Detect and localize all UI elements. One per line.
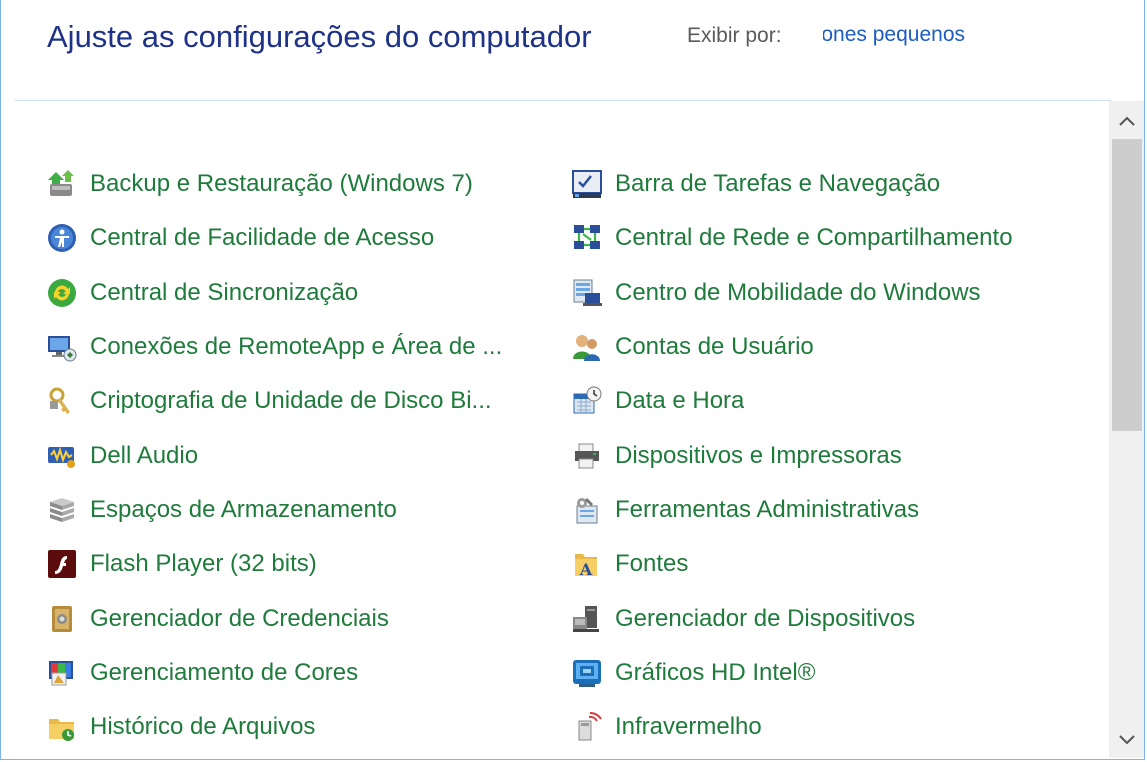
item-label: Gráficos HD Intel® — [615, 658, 816, 686]
intel-graphics-icon — [570, 656, 604, 690]
item-label: Infravermelho — [615, 713, 762, 741]
item-dell-audio[interactable]: Dell Audio — [45, 428, 502, 482]
control-panel-window: Ajuste as configurações do computador Ex… — [0, 0, 1145, 760]
left-column: Backup e Restauração (Windows 7) Central… — [45, 157, 502, 754]
item-storage-spaces[interactable]: Espaços de Armazenamento — [45, 483, 502, 537]
item-bitlocker[interactable]: Criptografia de Unidade de Disco Bi... — [45, 374, 502, 428]
items-list: Backup e Restauração (Windows 7) Central… — [1, 101, 1109, 758]
item-label: Gerenciador de Credenciais — [90, 604, 389, 632]
scroll-down-button[interactable] — [1109, 722, 1144, 758]
color-management-icon — [45, 656, 79, 690]
scroll-thumb[interactable] — [1112, 139, 1142, 431]
vertical-scrollbar[interactable] — [1109, 101, 1144, 758]
taskbar-icon — [570, 167, 604, 201]
infrared-icon — [570, 710, 604, 744]
item-remoteapp[interactable]: Conexões de RemoteApp e Área de ... — [45, 320, 502, 374]
item-label: Dispositivos e Impressoras — [615, 441, 902, 469]
item-label: Gerenciador de Dispositivos — [615, 604, 916, 632]
sync-icon — [45, 276, 79, 310]
ease-of-access-icon — [45, 221, 79, 255]
item-network-sharing[interactable]: Central de Rede e Compartilhamento — [570, 211, 1013, 265]
item-label: Espaços de Armazenamento — [90, 495, 397, 523]
chevron-down-icon — [1118, 735, 1135, 745]
credential-icon — [45, 602, 79, 636]
item-label: Centro de Mobilidade do Windows — [615, 278, 981, 306]
item-mobility-center[interactable]: Centro de Mobilidade do Windows — [570, 266, 1013, 320]
device-manager-icon — [570, 602, 604, 636]
item-label: Central de Sincronização — [90, 278, 359, 306]
item-sync-center[interactable]: Central de Sincronização — [45, 266, 502, 320]
item-date-time[interactable]: Data e Hora — [570, 374, 1013, 428]
right-column: Barra de Tarefas e Navegação Central de … — [570, 157, 1013, 754]
item-credential-manager[interactable]: Gerenciador de Credenciais — [45, 591, 502, 645]
date-time-icon — [570, 384, 604, 418]
audio-icon — [45, 439, 79, 473]
admin-tools-icon — [570, 493, 604, 527]
item-label: Central de Facilidade de Acesso — [90, 224, 435, 252]
user-accounts-icon — [570, 330, 604, 364]
item-device-manager[interactable]: Gerenciador de Dispositivos — [570, 591, 1013, 645]
scroll-up-button[interactable] — [1109, 103, 1144, 139]
item-label: Criptografia de Unidade de Disco Bi... — [90, 387, 492, 415]
backup-icon — [45, 167, 79, 201]
item-taskbar-navigation[interactable]: Barra de Tarefas e Navegação — [570, 157, 1013, 211]
page-title: Ajuste as configurações do computador — [47, 19, 592, 54]
item-label: Conexões de RemoteApp e Área de ... — [90, 333, 503, 361]
storage-spaces-icon — [45, 493, 79, 527]
item-label: Backup e Restauração (Windows 7) — [90, 170, 473, 198]
flash-icon — [45, 547, 79, 581]
item-label: Dell Audio — [90, 441, 199, 469]
item-infrared[interactable]: Infravermelho — [570, 700, 1013, 754]
item-file-history[interactable]: Histórico de Arquivos — [45, 700, 502, 754]
view-by-value: Ícones pequenos — [823, 23, 965, 46]
item-fonts[interactable]: A Fontes — [570, 537, 1013, 591]
item-label: Data e Hora — [615, 387, 745, 415]
item-devices-printers[interactable]: Dispositivos e Impressoras — [570, 428, 1013, 482]
item-label: Gerenciamento de Cores — [90, 658, 359, 686]
bitlocker-icon — [45, 384, 79, 418]
item-label: Histórico de Arquivos — [90, 713, 316, 741]
view-by-label: Exibir por: — [687, 24, 782, 47]
item-label: Ferramentas Administrativas — [615, 495, 920, 523]
item-color-management[interactable]: Gerenciamento de Cores — [45, 646, 502, 700]
item-flash-player[interactable]: Flash Player (32 bits) — [45, 537, 502, 591]
item-label: Contas de Usuário — [615, 333, 814, 361]
fonts-icon: A — [570, 547, 604, 581]
printer-icon — [570, 439, 604, 473]
view-by-dropdown[interactable]: Ícones pequenos — [823, 20, 965, 50]
mobility-icon — [570, 276, 604, 310]
item-backup-restore[interactable]: Backup e Restauração (Windows 7) — [45, 157, 502, 211]
item-label: Central de Rede e Compartilhamento — [615, 224, 1013, 252]
svg-text:A: A — [579, 560, 593, 579]
item-label: Fontes — [615, 550, 689, 578]
item-user-accounts[interactable]: Contas de Usuário — [570, 320, 1013, 374]
header: Ajuste as configurações do computador Ex… — [1, 0, 1144, 100]
network-icon — [570, 221, 604, 255]
file-history-icon — [45, 710, 79, 744]
remote-desktop-icon — [45, 330, 79, 364]
item-intel-graphics[interactable]: Gráficos HD Intel® — [570, 646, 1013, 700]
item-ease-of-access[interactable]: Central de Facilidade de Acesso — [45, 211, 502, 265]
item-admin-tools[interactable]: Ferramentas Administrativas — [570, 483, 1013, 537]
item-label: Barra de Tarefas e Navegação — [615, 170, 941, 198]
chevron-up-icon — [1118, 116, 1135, 126]
item-label: Flash Player (32 bits) — [90, 550, 317, 578]
